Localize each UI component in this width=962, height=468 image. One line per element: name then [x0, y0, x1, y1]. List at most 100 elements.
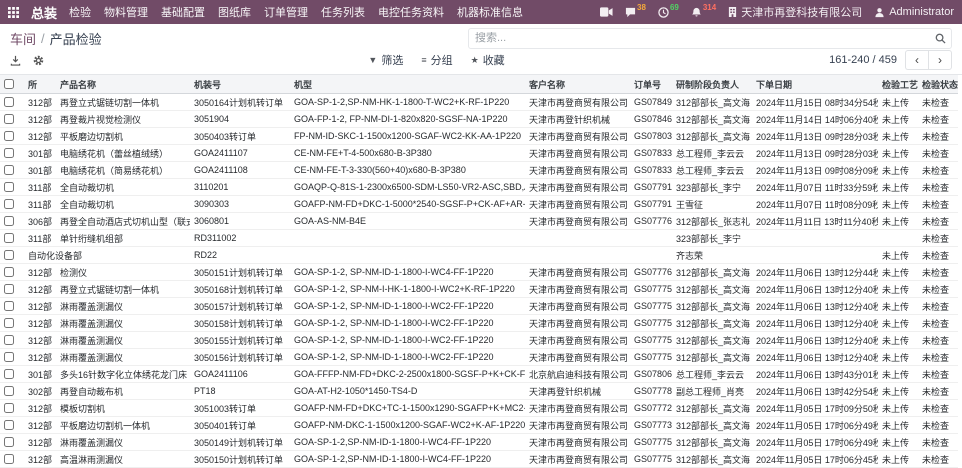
menu-item-3[interactable]: 基础配置 [161, 4, 205, 20]
row-checkbox[interactable] [4, 403, 14, 413]
row-checkbox[interactable] [4, 114, 14, 124]
cell-process: 未上传 [878, 383, 918, 400]
table-row[interactable]: 301部电脑绣花机（蕾丝植绒绣）GOA2411107CE-NM-FE+T-4-5… [0, 145, 958, 162]
menu-item-5[interactable]: 订单管理 [264, 4, 308, 20]
menu-item-6[interactable]: 任务列表 [321, 4, 365, 20]
row-checkbox[interactable] [4, 420, 14, 430]
cell-owner: 齐志荣 [672, 247, 752, 264]
menu-item-4[interactable]: 图纸库 [218, 4, 251, 20]
row-checkbox[interactable] [4, 131, 14, 141]
select-all-checkbox[interactable] [4, 79, 14, 89]
table-row[interactable]: 302部再登自动裁布机PT18GOA-AT-H2-1050*1450-TS4-D… [0, 383, 958, 400]
breadcrumb-parent[interactable]: 车间 [10, 29, 36, 48]
cell-product: 模板切割机 [56, 400, 190, 417]
cell-status: 未检查 [918, 94, 958, 111]
column-header-4[interactable]: 机型 [290, 75, 525, 94]
filter-caret-icon: ▼ [368, 55, 377, 65]
menu-item-7[interactable]: 电控任务资料 [378, 4, 444, 20]
row-checkbox[interactable] [4, 386, 14, 396]
cell-dept: 311部 [24, 230, 56, 247]
table-row[interactable]: 312部平板磨边切割机一体机3050401转订单GOAFP-NM-DKC-1-1… [0, 417, 958, 434]
table-row[interactable]: 301部电脑绣花机（简易绣花机）GOA2411108CE-NM-FE-T-3-3… [0, 162, 958, 179]
favorites-button[interactable]: ★ 收藏 [471, 52, 505, 68]
table-row[interactable]: 312部高温淋雨测漏仪3050150计划机转订单GOA-SP-1-2,SP-NM… [0, 451, 958, 468]
table-row[interactable]: 312部淋雨覆盖测漏仪3050157计划机转订单GOA-SP-1-2, SP-N… [0, 298, 958, 315]
gear-icon[interactable] [33, 55, 44, 66]
company-switcher[interactable]: 天津市再登科技有限公司 [728, 4, 862, 20]
cell-dept: 311部 [24, 196, 56, 213]
camera-icon[interactable] [600, 7, 613, 17]
table-row[interactable]: 312部淋雨覆盖测漏仪3050155计划机转订单GOA-SP-1-2, SP-N… [0, 332, 958, 349]
row-checkbox[interactable] [4, 267, 14, 277]
table-row[interactable]: 311部全自动裁切机3110201GOAQP-Q-81S-1-2300x6500… [0, 179, 958, 196]
cell-model: GOA-FFFP-NM-FD+DKC-2-2500x1800-SGSF-P+K+… [290, 366, 525, 383]
table-row[interactable]: 312部淋雨覆盖测漏仪3050158计划机转订单GOA-SP-1-2, SP-N… [0, 315, 958, 332]
table-row[interactable]: 311部全自动裁切机3090303GOAFP-NM-FD+DKC-1-5000*… [0, 196, 958, 213]
group-by-button[interactable]: ≡ 分组 [421, 52, 452, 68]
column-header-2[interactable]: 产品名称 [56, 75, 190, 94]
search-icon[interactable] [935, 33, 946, 44]
cell-machine-no: RD22 [190, 247, 290, 264]
table-row[interactable]: 306部再登全自动酒店式切机山型（联式）3060801GOA-AS-NM-B4E… [0, 213, 958, 230]
column-header-1[interactable]: 所 [24, 75, 56, 94]
row-checkbox[interactable] [4, 199, 14, 209]
column-header-7[interactable]: 研制阶段负责人 [672, 75, 752, 94]
table-row[interactable]: 301部多头16针数字化立体绣花龙门床GOA2411106GOA-FFFP-NM… [0, 366, 958, 383]
pager-previous-button[interactable]: ‹ [905, 50, 928, 70]
notifications-bell-icon[interactable]: 314 [691, 7, 716, 18]
activities-clock-icon[interactable]: 69 [658, 7, 679, 18]
export-download-icon[interactable] [10, 55, 21, 66]
row-checkbox[interactable] [4, 301, 14, 311]
table-row[interactable]: 312部模板切割机3051003转订单GOAFP-NM-FD+DKC+TC-1-… [0, 400, 958, 417]
column-header-5[interactable]: 客户名称 [525, 75, 630, 94]
row-checkbox[interactable] [4, 182, 14, 192]
apps-menu-button[interactable] [8, 7, 19, 18]
menu-item-1[interactable]: 检验 [69, 4, 91, 20]
row-checkbox[interactable] [4, 233, 14, 243]
row-checkbox[interactable] [4, 97, 14, 107]
table-row[interactable]: 312部再登立式锯链切割一体机3050164计划机转订单GOA-SP-1-2,S… [0, 94, 958, 111]
table-row[interactable]: 312部淋雨覆盖测漏仪3050156计划机转订单GOA-SP-1-2, SP-N… [0, 349, 958, 366]
row-checkbox[interactable] [4, 318, 14, 328]
column-header-8[interactable]: 下单日期 [752, 75, 878, 94]
table-row[interactable]: 311部单针绗缝机组部RD311002323部部长_李宁未检查 [0, 230, 958, 247]
cell-process: 未上传 [878, 128, 918, 145]
column-header-6[interactable]: 订单号 [630, 75, 672, 94]
cell-customer: 天津市再登商贸有限公司 [525, 451, 630, 468]
table-row[interactable]: 312部检测仪3050151计划机转订单GOA-SP-1-2, SP-NM-ID… [0, 264, 958, 281]
row-checkbox[interactable] [4, 335, 14, 345]
cell-owner: 312部部长_高文海 [672, 332, 752, 349]
table-row[interactable]: 312部再登裁片视觉检测仪3051904GOA-FP-1-2, FP-NM-DI… [0, 111, 958, 128]
row-checkbox[interactable] [4, 369, 14, 379]
column-header-9[interactable]: 检验工艺 [878, 75, 918, 94]
search-input[interactable] [469, 32, 951, 44]
cell-process: 未上传 [878, 349, 918, 366]
row-checkbox[interactable] [4, 148, 14, 158]
cell-order-date: 2024年11月05日 17时06分45秒 [752, 451, 878, 468]
column-header-3[interactable]: 机装号 [190, 75, 290, 94]
menu-item-2[interactable]: 物料管理 [104, 4, 148, 20]
row-checkbox[interactable] [4, 284, 14, 294]
table-row[interactable]: 312部淋雨覆盖测漏仪3050149计划机转订单GOA-SP-1-2,SP-NM… [0, 434, 958, 451]
menu-item-8[interactable]: 机器标准信息 [457, 4, 523, 20]
row-checkbox[interactable] [4, 250, 14, 260]
app-title[interactable]: 总装 [31, 3, 57, 22]
table-row[interactable]: 312部再登立式锯链切割一体机3050168计划机转订单GOA-SP-1-2, … [0, 281, 958, 298]
user-menu[interactable]: Administrator [874, 6, 954, 18]
row-checkbox[interactable] [4, 352, 14, 362]
search-options: ▼ 筛选 ≡ 分组 ★ 收藏 [368, 52, 504, 68]
messages-icon[interactable]: 38 [625, 7, 646, 18]
filters-button[interactable]: ▼ 筛选 [368, 52, 403, 68]
cell-order-no [630, 230, 672, 247]
row-checkbox[interactable] [4, 165, 14, 175]
row-checkbox[interactable] [4, 437, 14, 447]
table-row[interactable]: 自动化设备部RD22齐志荣未上传未检查 [0, 247, 958, 264]
column-header-10[interactable]: 检验状态 [918, 75, 958, 94]
table-row[interactable]: 312部平板磨边切割机3050403转订单FP-NM-ID-SKC-1-1500… [0, 128, 958, 145]
cell-product: 全自动裁切机 [56, 179, 190, 196]
cell-status: 未检查 [918, 383, 958, 400]
row-checkbox[interactable] [4, 216, 14, 226]
pager-next-button[interactable]: › [928, 50, 952, 70]
cell-status: 未检查 [918, 400, 958, 417]
cell-product: 淋雨覆盖测漏仪 [56, 315, 190, 332]
